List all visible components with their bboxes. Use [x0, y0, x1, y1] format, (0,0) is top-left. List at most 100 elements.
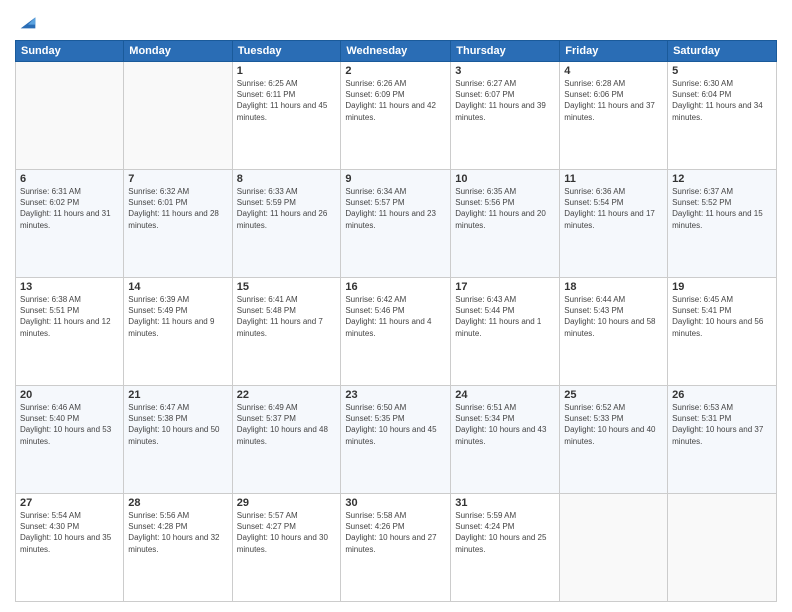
calendar-cell: 17Sunrise: 6:43 AMSunset: 5:44 PMDayligh… — [451, 278, 560, 386]
day-info: Sunrise: 6:38 AMSunset: 5:51 PMDaylight:… — [20, 294, 119, 339]
day-info: Sunrise: 5:58 AMSunset: 4:26 PMDaylight:… — [345, 510, 446, 555]
calendar-cell: 13Sunrise: 6:38 AMSunset: 5:51 PMDayligh… — [16, 278, 124, 386]
calendar-cell: 18Sunrise: 6:44 AMSunset: 5:43 PMDayligh… — [560, 278, 668, 386]
day-info: Sunrise: 5:56 AMSunset: 4:28 PMDaylight:… — [128, 510, 227, 555]
day-number: 13 — [20, 281, 119, 293]
calendar-week-row: 20Sunrise: 6:46 AMSunset: 5:40 PMDayligh… — [16, 386, 777, 494]
day-header: Thursday — [451, 41, 560, 62]
calendar-cell: 5Sunrise: 6:30 AMSunset: 6:04 PMDaylight… — [668, 62, 777, 170]
day-info: Sunrise: 6:32 AMSunset: 6:01 PMDaylight:… — [128, 186, 227, 231]
calendar-cell: 30Sunrise: 5:58 AMSunset: 4:26 PMDayligh… — [341, 494, 451, 602]
calendar-cell — [560, 494, 668, 602]
calendar-cell: 31Sunrise: 5:59 AMSunset: 4:24 PMDayligh… — [451, 494, 560, 602]
logo — [15, 10, 39, 32]
day-number: 15 — [237, 281, 337, 293]
calendar-cell — [16, 62, 124, 170]
calendar-cell: 28Sunrise: 5:56 AMSunset: 4:28 PMDayligh… — [124, 494, 232, 602]
day-header: Tuesday — [232, 41, 341, 62]
day-info: Sunrise: 6:42 AMSunset: 5:46 PMDaylight:… — [345, 294, 446, 339]
day-number: 27 — [20, 497, 119, 509]
day-number: 22 — [237, 389, 337, 401]
logo-icon — [17, 10, 39, 32]
calendar-cell: 15Sunrise: 6:41 AMSunset: 5:48 PMDayligh… — [232, 278, 341, 386]
day-number: 9 — [345, 173, 446, 185]
calendar-cell: 9Sunrise: 6:34 AMSunset: 5:57 PMDaylight… — [341, 170, 451, 278]
day-info: Sunrise: 6:47 AMSunset: 5:38 PMDaylight:… — [128, 402, 227, 447]
calendar-cell: 12Sunrise: 6:37 AMSunset: 5:52 PMDayligh… — [668, 170, 777, 278]
day-header: Saturday — [668, 41, 777, 62]
day-number: 16 — [345, 281, 446, 293]
day-number: 2 — [345, 65, 446, 77]
calendar-cell: 6Sunrise: 6:31 AMSunset: 6:02 PMDaylight… — [16, 170, 124, 278]
calendar-cell: 26Sunrise: 6:53 AMSunset: 5:31 PMDayligh… — [668, 386, 777, 494]
day-number: 6 — [20, 173, 119, 185]
day-info: Sunrise: 5:59 AMSunset: 4:24 PMDaylight:… — [455, 510, 555, 555]
day-number: 31 — [455, 497, 555, 509]
day-number: 21 — [128, 389, 227, 401]
day-info: Sunrise: 6:50 AMSunset: 5:35 PMDaylight:… — [345, 402, 446, 447]
calendar-cell: 3Sunrise: 6:27 AMSunset: 6:07 PMDaylight… — [451, 62, 560, 170]
day-number: 12 — [672, 173, 772, 185]
day-number: 4 — [564, 65, 663, 77]
calendar-week-row: 13Sunrise: 6:38 AMSunset: 5:51 PMDayligh… — [16, 278, 777, 386]
calendar-cell: 23Sunrise: 6:50 AMSunset: 5:35 PMDayligh… — [341, 386, 451, 494]
calendar-cell: 7Sunrise: 6:32 AMSunset: 6:01 PMDaylight… — [124, 170, 232, 278]
day-number: 5 — [672, 65, 772, 77]
calendar-cell — [668, 494, 777, 602]
calendar-cell: 2Sunrise: 6:26 AMSunset: 6:09 PMDaylight… — [341, 62, 451, 170]
day-info: Sunrise: 5:57 AMSunset: 4:27 PMDaylight:… — [237, 510, 337, 555]
day-info: Sunrise: 6:41 AMSunset: 5:48 PMDaylight:… — [237, 294, 337, 339]
day-number: 14 — [128, 281, 227, 293]
day-number: 7 — [128, 173, 227, 185]
day-info: Sunrise: 6:28 AMSunset: 6:06 PMDaylight:… — [564, 78, 663, 123]
page-header — [15, 10, 777, 32]
calendar-header-row: SundayMondayTuesdayWednesdayThursdayFrid… — [16, 41, 777, 62]
calendar-cell: 1Sunrise: 6:25 AMSunset: 6:11 PMDaylight… — [232, 62, 341, 170]
day-number: 24 — [455, 389, 555, 401]
day-info: Sunrise: 6:35 AMSunset: 5:56 PMDaylight:… — [455, 186, 555, 231]
calendar-cell: 14Sunrise: 6:39 AMSunset: 5:49 PMDayligh… — [124, 278, 232, 386]
day-number: 20 — [20, 389, 119, 401]
day-info: Sunrise: 6:33 AMSunset: 5:59 PMDaylight:… — [237, 186, 337, 231]
calendar-cell: 25Sunrise: 6:52 AMSunset: 5:33 PMDayligh… — [560, 386, 668, 494]
day-info: Sunrise: 6:53 AMSunset: 5:31 PMDaylight:… — [672, 402, 772, 447]
day-info: Sunrise: 6:39 AMSunset: 5:49 PMDaylight:… — [128, 294, 227, 339]
day-header: Wednesday — [341, 41, 451, 62]
day-number: 28 — [128, 497, 227, 509]
day-header: Friday — [560, 41, 668, 62]
calendar-body: 1Sunrise: 6:25 AMSunset: 6:11 PMDaylight… — [16, 62, 777, 602]
day-number: 23 — [345, 389, 446, 401]
day-number: 3 — [455, 65, 555, 77]
calendar-cell: 19Sunrise: 6:45 AMSunset: 5:41 PMDayligh… — [668, 278, 777, 386]
day-number: 1 — [237, 65, 337, 77]
day-info: Sunrise: 6:37 AMSunset: 5:52 PMDaylight:… — [672, 186, 772, 231]
day-info: Sunrise: 6:30 AMSunset: 6:04 PMDaylight:… — [672, 78, 772, 123]
day-info: Sunrise: 6:45 AMSunset: 5:41 PMDaylight:… — [672, 294, 772, 339]
day-number: 11 — [564, 173, 663, 185]
day-number: 10 — [455, 173, 555, 185]
day-info: Sunrise: 6:46 AMSunset: 5:40 PMDaylight:… — [20, 402, 119, 447]
calendar-cell: 22Sunrise: 6:49 AMSunset: 5:37 PMDayligh… — [232, 386, 341, 494]
day-info: Sunrise: 6:26 AMSunset: 6:09 PMDaylight:… — [345, 78, 446, 123]
day-number: 26 — [672, 389, 772, 401]
calendar-cell: 29Sunrise: 5:57 AMSunset: 4:27 PMDayligh… — [232, 494, 341, 602]
calendar-cell: 11Sunrise: 6:36 AMSunset: 5:54 PMDayligh… — [560, 170, 668, 278]
calendar-week-row: 27Sunrise: 5:54 AMSunset: 4:30 PMDayligh… — [16, 494, 777, 602]
day-info: Sunrise: 6:31 AMSunset: 6:02 PMDaylight:… — [20, 186, 119, 231]
day-info: Sunrise: 6:27 AMSunset: 6:07 PMDaylight:… — [455, 78, 555, 123]
day-number: 8 — [237, 173, 337, 185]
calendar-cell: 16Sunrise: 6:42 AMSunset: 5:46 PMDayligh… — [341, 278, 451, 386]
day-number: 29 — [237, 497, 337, 509]
day-info: Sunrise: 6:36 AMSunset: 5:54 PMDaylight:… — [564, 186, 663, 231]
calendar-cell: 10Sunrise: 6:35 AMSunset: 5:56 PMDayligh… — [451, 170, 560, 278]
day-info: Sunrise: 6:25 AMSunset: 6:11 PMDaylight:… — [237, 78, 337, 123]
day-number: 18 — [564, 281, 663, 293]
calendar-cell: 27Sunrise: 5:54 AMSunset: 4:30 PMDayligh… — [16, 494, 124, 602]
day-info: Sunrise: 6:43 AMSunset: 5:44 PMDaylight:… — [455, 294, 555, 339]
calendar-cell: 4Sunrise: 6:28 AMSunset: 6:06 PMDaylight… — [560, 62, 668, 170]
calendar-cell: 24Sunrise: 6:51 AMSunset: 5:34 PMDayligh… — [451, 386, 560, 494]
day-info: Sunrise: 6:49 AMSunset: 5:37 PMDaylight:… — [237, 402, 337, 447]
day-header: Sunday — [16, 41, 124, 62]
day-number: 25 — [564, 389, 663, 401]
day-number: 17 — [455, 281, 555, 293]
